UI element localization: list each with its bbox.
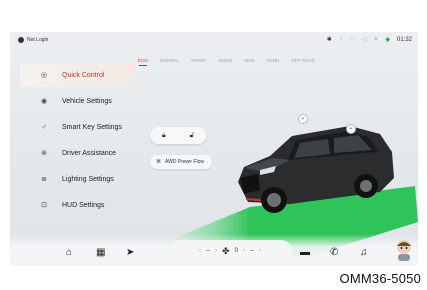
signal-icon: ◔ (338, 36, 343, 43)
volume-icon: ◁ (361, 37, 367, 43)
connection-icon: ◆ (385, 37, 390, 43)
sidebar-item-driver-assistance[interactable]: ⊛ Driver Assistance (20, 141, 134, 165)
infotainment-screen: Not Login ✱ ◔ ◠ ◁ ✕ ◆ 01:32 ◎ Quick Cont… (10, 32, 418, 266)
fan-icon[interactable]: ✤ (222, 246, 230, 257)
tab-eco[interactable]: ECO (138, 58, 148, 66)
sidebar-item-label: Quick Control (62, 71, 105, 79)
headlight-icon: ≣ (41, 176, 47, 183)
tab-snow[interactable]: SNOW (218, 58, 232, 63)
sidebar-item-label: Vehicle Settings (62, 97, 112, 105)
roof-hotspot-icon[interactable]: + (298, 114, 308, 124)
drive-mode-tabs: ECO NORMAL SPORT SNOW MUD SAND OFF-ROAD (138, 58, 315, 66)
drivetrain-icon: ⌘ (156, 159, 161, 165)
climate-control-bar: ‹ -- › ✤ 0 ‹ -- › (168, 240, 292, 262)
vehicle-image (238, 126, 394, 213)
sidebar-item-label: Driver Assistance (62, 149, 117, 157)
awd-power-flow-label: AWD Power Flow (165, 159, 204, 165)
sidebar-item-lighting[interactable]: ≣ Lighting Settings (20, 167, 134, 191)
home-icon[interactable]: ⌂ (66, 247, 72, 258)
sidebar-item-label: HUD Settings (62, 201, 105, 209)
sidebar-item-vehicle-settings[interactable]: ◉ Vehicle Settings (20, 89, 134, 113)
quick-control-icon: ◎ (40, 72, 48, 79)
bottom-dock: ⌂ ▦ ➤ ‹ -- › ✤ 0 ‹ -- › ▬ ✆ ♫ (10, 234, 418, 266)
left-temp-decrease-icon[interactable]: ‹ (199, 248, 201, 254)
right-temp-decrease-icon[interactable]: ‹ (243, 248, 245, 254)
hud-icon: ⊡ (41, 202, 47, 209)
steering-wheel-icon: ⊛ (41, 150, 47, 157)
fan-level: 0 (234, 248, 238, 254)
user-login[interactable]: Not Login (18, 37, 48, 43)
vehicle-settings-icon: ◉ (40, 98, 48, 105)
sidebar-item-label: Smart Key Settings (62, 123, 122, 131)
right-temp-increase-icon[interactable]: › (259, 248, 261, 254)
clock: 01:32 (396, 36, 412, 43)
navigation-icon[interactable]: ➤ (126, 247, 134, 258)
figure-caption: OMM36-5050 (339, 271, 421, 286)
car-icon[interactable]: ▬ (300, 247, 310, 258)
tab-normal[interactable]: NORMAL (160, 58, 179, 63)
status-bar: Not Login ✱ ◔ ◠ ◁ ✕ ◆ 01:32 (10, 32, 418, 50)
phone-icon[interactable]: ✆ (330, 247, 338, 258)
status-icons: ✱ ◔ ◠ ◁ ✕ ◆ 01:32 (326, 36, 412, 44)
settings-sidebar: ◎ Quick Control ◉ Vehicle Settings ♂ Sma… (20, 56, 134, 236)
sidebar-item-hud[interactable]: ⊡ HUD Settings (20, 193, 134, 217)
tab-sport[interactable]: SPORT (191, 58, 206, 63)
right-temp: -- (249, 248, 254, 254)
bluetooth-icon: ✱ (326, 37, 332, 43)
sidebar-item-label: Lighting Settings (62, 175, 114, 183)
unlock-icon[interactable]: 🔓︎ (190, 132, 195, 140)
music-icon[interactable]: ♫ (360, 247, 368, 258)
sunroof-hotspot-icon[interactable]: + (346, 124, 356, 134)
lock-icon[interactable]: 🔒︎ (162, 132, 166, 140)
apps-grid-icon[interactable]: ▦ (96, 247, 105, 258)
left-temp: -- (206, 248, 211, 254)
voice-assistant-avatar[interactable] (394, 238, 414, 262)
key-icon: ♂ (41, 123, 47, 131)
awd-power-flow-button[interactable]: ⌘ AWD Power Flow (150, 155, 212, 169)
sidebar-item-quick-control[interactable]: ◎ Quick Control (20, 63, 134, 87)
tab-off-road[interactable]: OFF-ROAD (291, 58, 315, 63)
left-temp-increase-icon[interactable]: › (215, 248, 217, 254)
wifi-icon: ◠ (349, 37, 355, 43)
mute-icon: ✕ (373, 37, 379, 43)
sidebar-item-smart-key[interactable]: ♂ Smart Key Settings (20, 115, 134, 139)
tab-sand[interactable]: SAND (267, 58, 280, 63)
door-lock-controls: 🔒︎ 🔓︎ (150, 127, 206, 144)
user-label: Not Login (27, 37, 49, 43)
tab-mud[interactable]: MUD (244, 58, 254, 63)
user-icon (18, 37, 24, 43)
